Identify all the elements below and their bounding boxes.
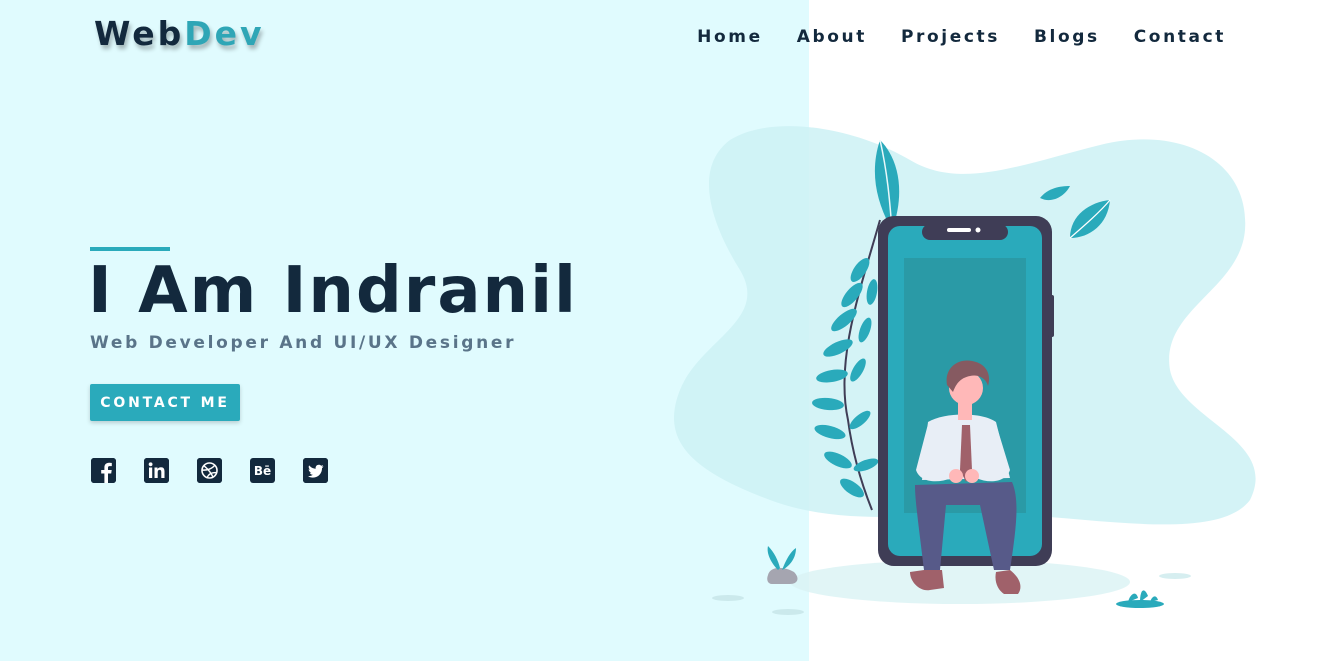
ground-plant-small bbox=[1116, 590, 1164, 608]
hero-accent-bar bbox=[90, 247, 170, 251]
logo-text-dev: Dev bbox=[184, 14, 265, 53]
page: WebDev Home About Projects Blogs Contact… bbox=[0, 0, 1333, 661]
nav-item-projects[interactable]: Projects bbox=[901, 27, 1000, 47]
nav-item-blogs[interactable]: Blogs bbox=[1034, 27, 1100, 47]
behance-icon-text: Bē bbox=[253, 463, 272, 478]
small-shadow-3 bbox=[1159, 573, 1191, 579]
small-shadow-2 bbox=[772, 609, 804, 615]
nav-item-about[interactable]: About bbox=[797, 27, 867, 47]
brand-logo[interactable]: WebDev bbox=[94, 14, 265, 53]
behance-icon[interactable]: Bē bbox=[250, 458, 275, 483]
contact-me-button[interactable]: CONTACT ME bbox=[90, 384, 240, 421]
main-nav: Home About Projects Blogs Contact bbox=[663, 27, 1226, 47]
dribbble-icon[interactable] bbox=[197, 458, 222, 483]
facebook-icon[interactable] bbox=[91, 458, 116, 483]
hero-title: I Am Indranil bbox=[88, 254, 578, 328]
phone-side-button bbox=[1048, 295, 1054, 337]
social-links: Bē bbox=[91, 458, 356, 483]
twitter-icon[interactable] bbox=[303, 458, 328, 483]
nav-item-contact[interactable]: Contact bbox=[1134, 27, 1226, 47]
man-sitting-in-phone-illustration bbox=[674, 126, 1256, 615]
hero-subtitle: Web Developer And UI/UX Designer bbox=[90, 333, 517, 353]
small-shadow-1 bbox=[712, 595, 744, 601]
ground-shadow bbox=[790, 560, 1130, 604]
logo-text-web: Web bbox=[94, 14, 185, 53]
linkedin-icon[interactable] bbox=[144, 458, 169, 483]
rock-plant bbox=[767, 546, 798, 584]
nav-item-home[interactable]: Home bbox=[697, 27, 763, 47]
